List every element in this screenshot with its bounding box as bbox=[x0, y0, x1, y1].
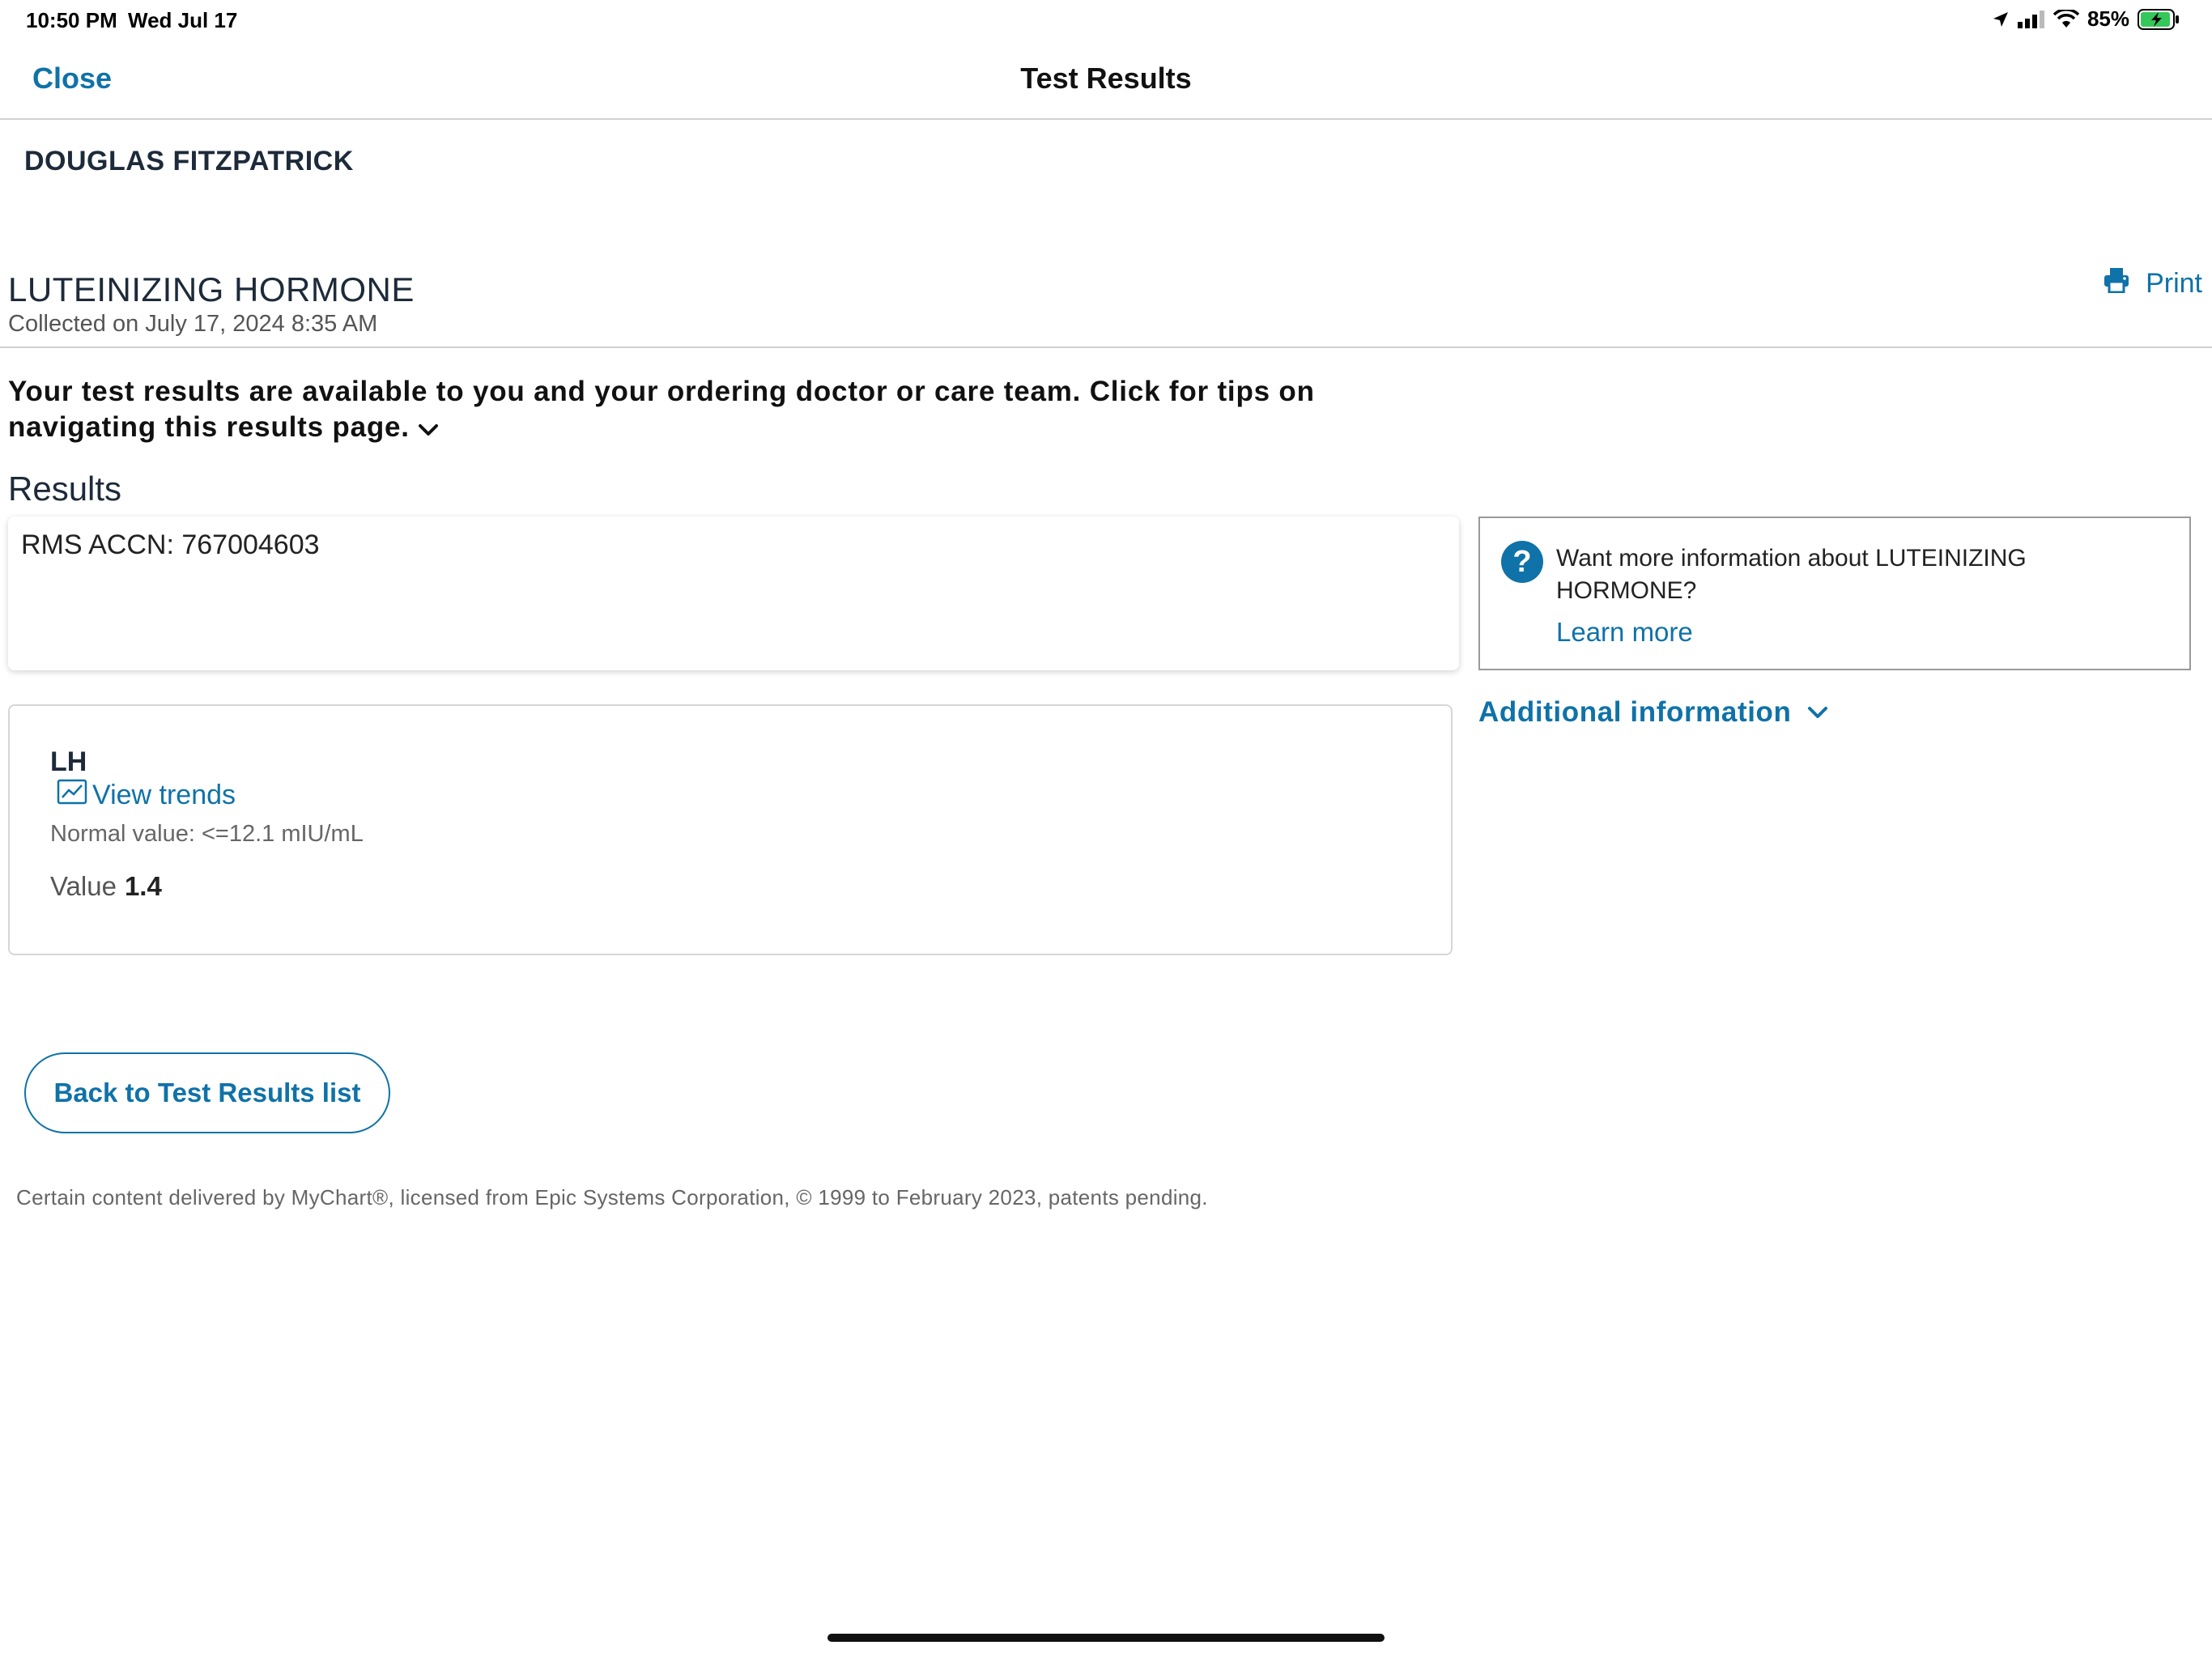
additional-information-toggle[interactable]: Additional information bbox=[1478, 696, 1829, 729]
additional-information-label: Additional information bbox=[1478, 696, 1792, 728]
learn-more-box: ? Want more information about LUTEINIZIN… bbox=[1478, 517, 2191, 670]
status-date: Wed Jul 17 bbox=[128, 8, 238, 32]
question-icon: ? bbox=[1501, 541, 1543, 583]
status-bar: 10:50 PM Wed Jul 17 85% bbox=[0, 0, 2212, 40]
print-label: Print bbox=[2146, 268, 2202, 299]
chevron-down-icon bbox=[1806, 696, 1829, 729]
collected-date: Collected on July 17, 2024 8:35 AM bbox=[8, 311, 378, 337]
results-tips-toggle[interactable]: Your test results are available to you a… bbox=[8, 374, 1376, 447]
signal-icon bbox=[2017, 10, 2045, 28]
view-trends-label: View trends bbox=[92, 780, 236, 810]
back-to-results-button[interactable]: Back to Test Results list bbox=[24, 1052, 390, 1133]
battery-icon bbox=[2138, 8, 2180, 30]
accession-card: RMS ACCN: 767004603 bbox=[8, 517, 1459, 670]
footer-copyright: Certain content delivered by MyChart®, l… bbox=[16, 1185, 1208, 1209]
trend-chart-icon bbox=[57, 779, 87, 812]
wifi-icon bbox=[2052, 9, 2079, 29]
result-component-card: LH View trends Normal value: <=12.1 mIU/… bbox=[8, 704, 1453, 955]
navigation-bar: Close Test Results bbox=[0, 42, 2212, 120]
value-label: Value bbox=[50, 871, 117, 901]
battery-percent: 85% bbox=[2087, 6, 2129, 31]
test-title: LUTEINIZING HORMONE bbox=[8, 270, 415, 308]
result-value: 1.4 bbox=[124, 871, 162, 901]
value-row: Value 1.4 bbox=[50, 871, 162, 902]
results-tips-text: Your test results are available to you a… bbox=[8, 376, 1315, 443]
status-time: 10:50 PM bbox=[26, 8, 117, 32]
learn-more-question: Want more information about LUTEINIZING … bbox=[1556, 545, 2027, 604]
patient-name: DOUGLAS FITZPATRICK bbox=[24, 146, 354, 176]
printer-icon bbox=[2104, 267, 2129, 300]
page-title: Test Results bbox=[1020, 62, 1192, 95]
accession-number: RMS ACCN: 767004603 bbox=[21, 529, 320, 560]
view-trends-link[interactable]: View trends bbox=[57, 779, 236, 812]
normal-range: Normal value: <=12.1 mIU/mL bbox=[50, 821, 364, 847]
test-results-page: 10:50 PM Wed Jul 17 85% Close Test Resul… bbox=[0, 0, 2212, 1658]
location-icon bbox=[1992, 11, 2010, 28]
status-icons: 85% bbox=[1992, 6, 2180, 32]
print-button[interactable]: Print bbox=[2104, 267, 2202, 300]
chevron-down-icon bbox=[418, 411, 439, 447]
learn-more-link[interactable]: Learn more bbox=[1556, 617, 1693, 648]
component-name: LH bbox=[50, 746, 87, 777]
home-indicator[interactable] bbox=[827, 1634, 1385, 1642]
header-divider bbox=[0, 346, 2212, 348]
results-heading: Results bbox=[8, 470, 122, 508]
